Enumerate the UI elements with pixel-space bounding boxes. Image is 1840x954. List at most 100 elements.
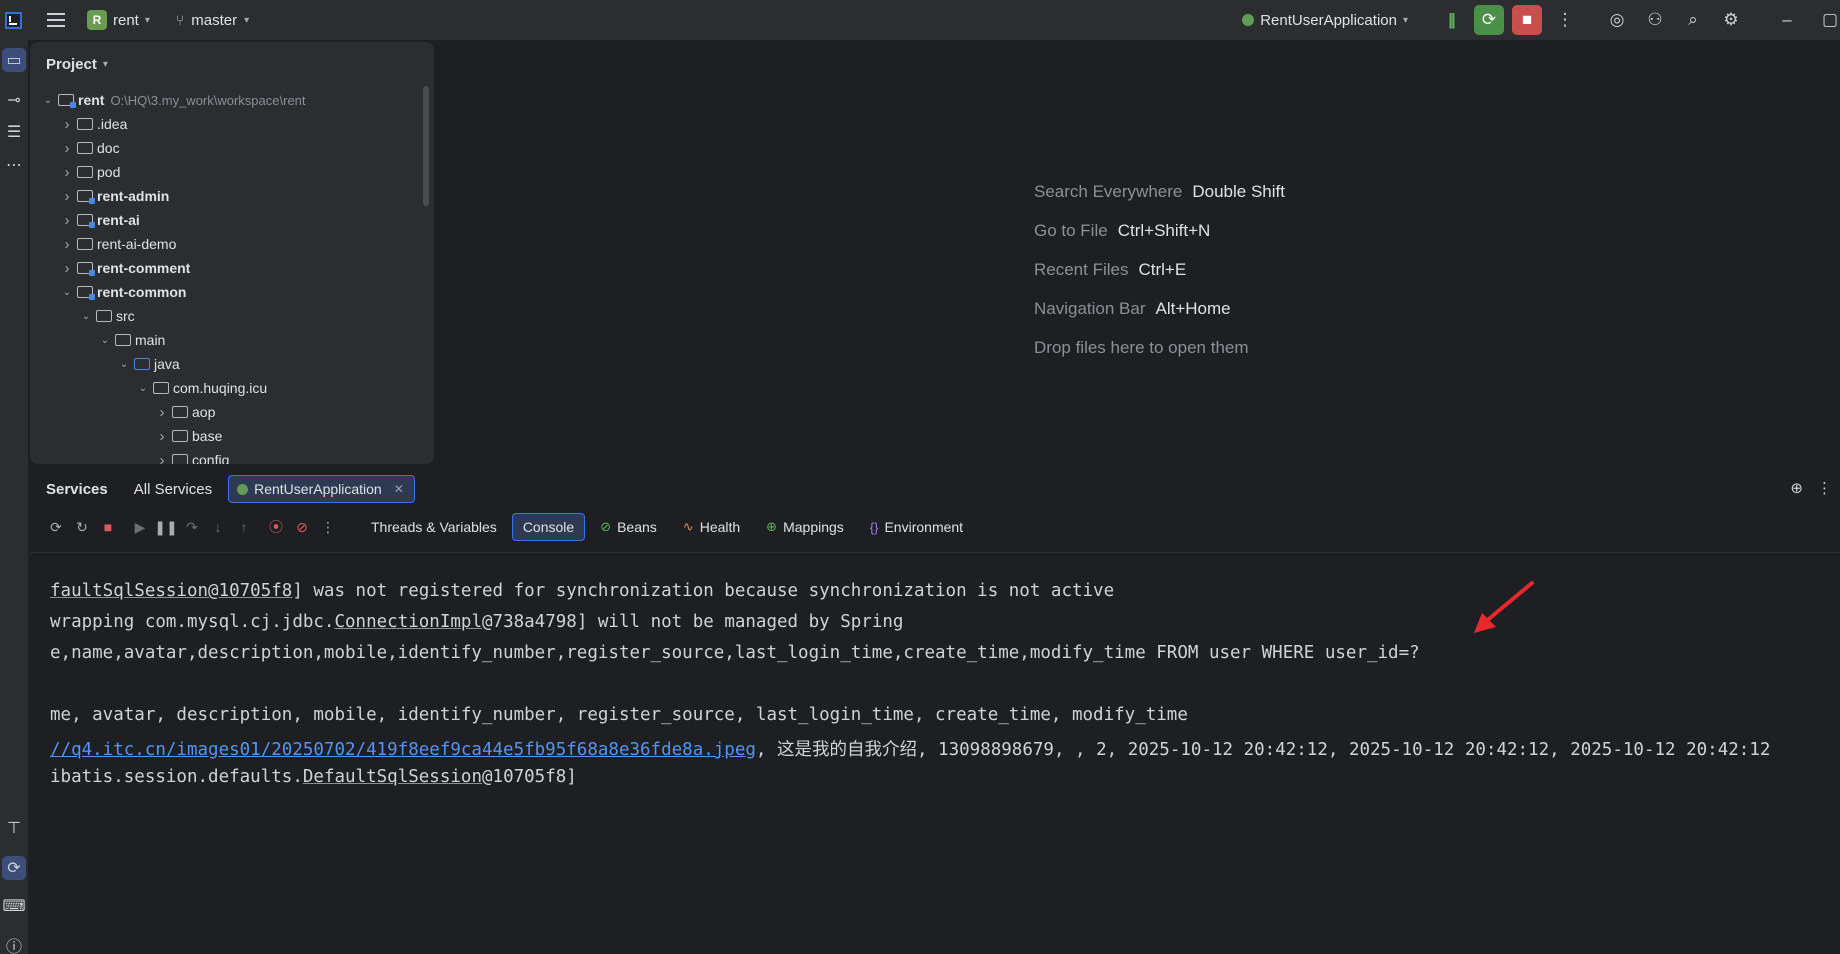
step-out-icon[interactable]: ↑ [232,515,256,539]
maximize-icon[interactable]: ▢ [1822,5,1838,35]
tab-all-services[interactable]: All Services [134,481,212,498]
more-tools-icon[interactable]: ⋯ [2,153,26,177]
console-output[interactable]: faultSqlSession@10705f8] was not registe… [30,552,1840,952]
chevron-right-icon[interactable]: › [59,116,75,133]
tree-item-aop[interactable]: › aop [30,400,434,424]
add-user-icon[interactable]: ⚇ [1640,5,1670,35]
console-line: me, avatar, description, mobile, identif… [50,705,1188,725]
chevron-right-icon[interactable]: › [59,188,75,205]
pause-icon[interactable]: ❚❚ [154,515,178,539]
chevron-down-icon[interactable]: ⌄ [97,335,113,346]
commit-icon[interactable]: ⊸ [2,88,26,112]
chevron-right-icon[interactable]: › [154,428,170,445]
settings-icon[interactable]: ⚙ [1716,5,1746,35]
folder-icon [77,238,93,250]
tree-item-rent-comment[interactable]: › rent-comment [30,256,434,280]
hamburger-menu-icon[interactable] [47,13,65,27]
run-config-selector[interactable]: RentUserApplication ▾ [1242,12,1408,29]
tree-item-config[interactable]: › config [30,448,434,464]
tab-console[interactable]: Console [511,513,586,541]
image-url-link[interactable]: //q4.itc.cn/images01/20250702/419f8eef9c… [50,740,756,760]
chevron-down-icon[interactable]: ⌄ [116,359,132,370]
stop-icon[interactable]: ■ [1512,5,1542,35]
ai-assistant-icon[interactable]: ◎ [1602,5,1632,35]
tree-item-rent-admin[interactable]: › rent-admin [30,184,434,208]
tab-environment[interactable]: {} Environment [859,513,974,541]
project-switcher[interactable]: R rent ▾ [87,10,150,30]
tree-item-src[interactable]: ⌄ src [30,304,434,328]
tree-item-rent-ai[interactable]: › rent-ai [30,208,434,232]
tree-item-doc[interactable]: › doc [30,136,434,160]
project-folder-icon[interactable]: ▭ [2,48,26,72]
chevron-down-icon: ▾ [102,59,108,70]
chevron-down-icon[interactable]: ⌄ [40,95,56,106]
more-icon[interactable]: ⋮ [316,515,340,539]
pause-icon[interactable]: || [1436,5,1466,35]
chevron-down-icon[interactable]: ⌄ [135,383,151,394]
rerun-icon[interactable]: ⟳ [1474,5,1504,35]
chevron-right-icon[interactable]: › [59,260,75,277]
close-icon[interactable]: ✕ [394,482,404,496]
rerun-icon[interactable]: ⟳ [44,515,68,539]
view-breakpoints-icon[interactable]: ⦿ [264,515,288,539]
chevron-right-icon[interactable]: › [154,404,170,421]
tree-item-label: aop [192,404,216,420]
services-icon[interactable]: ⟳ [2,856,26,880]
tree-item-pod[interactable]: › pod [30,160,434,184]
chevron-down-icon[interactable]: ⌄ [59,287,75,298]
search-icon[interactable]: ⌕ [1678,5,1708,35]
chevron-down-icon: ▾ [244,14,250,26]
chevron-right-icon[interactable]: › [59,140,75,157]
stop-icon[interactable]: ■ [96,515,120,539]
package-icon [172,454,188,464]
chevron-right-icon[interactable]: › [59,236,75,253]
tab-mappings[interactable]: ⊕ Mappings [755,513,855,541]
chevron-right-icon[interactable]: › [59,164,75,181]
more-icon[interactable]: ⋮ [1817,479,1832,497]
mute-breakpoints-icon[interactable]: ⊘ [290,515,314,539]
console-line: faultSqlSession@10705f8] was not registe… [50,581,1115,601]
hint-navigation-bar: Navigation Bar Alt+Home [1034,299,1231,318]
terminal-icon[interactable]: ⌨ [2,894,26,918]
tab-beans[interactable]: ⊘ Beans [589,513,668,541]
chevron-right-icon[interactable]: › [59,212,75,229]
crosshair-icon[interactable]: ⊕ [1790,479,1803,497]
tab-rent-user-application[interactable]: RentUserApplication ✕ [228,475,415,503]
health-icon: ∿ [682,519,694,534]
more-icon[interactable]: ⋮ [1550,5,1580,35]
tree-item-rent[interactable]: ⌄ rent O:\HQ\3.my_work\workspace\rent [30,88,434,112]
tree-item-rent-common[interactable]: ⌄ rent-common [30,280,434,304]
chevron-down-icon[interactable]: ⌄ [78,311,94,322]
folder-icon [115,334,131,346]
tree-item-com-huqing-icu[interactable]: ⌄ com.huqing.icu [30,376,434,400]
tree-item-java[interactable]: ⌄ java [30,352,434,376]
annotation-arrow-icon [1474,581,1534,633]
structure-icon[interactable]: ☰ [2,120,26,144]
project-panel: Project ▾ ⌄ rent O:\HQ\3.my_work\workspace… [30,42,434,464]
debug-sub-tabs: Threads & Variables Console ⊘ Beans ∿ Heal… [360,513,974,541]
minimize-icon[interactable]: – [1772,5,1802,35]
step-into-icon[interactable]: ↓ [206,515,230,539]
tree-item-main[interactable]: ⌄ main [30,328,434,352]
tree-item-base[interactable]: › base [30,424,434,448]
branch-switcher[interactable]: ⑂ master ▾ [176,12,249,29]
tree-item-label: src [116,308,135,324]
chevron-down-icon: ▾ [1402,14,1408,26]
tree-item--idea[interactable]: › .idea [30,112,434,136]
tree-item-rent-ai-demo[interactable]: › rent-ai-demo [30,232,434,256]
project-scrollbar[interactable] [423,86,429,206]
build-icon[interactable]: ⊤ [2,816,26,840]
chevron-right-icon[interactable]: › [154,452,170,465]
tree-item-label: main [135,332,166,348]
project-panel-title[interactable]: Project ▾ [46,56,108,73]
problems-icon[interactable]: ⓘ [2,933,26,954]
resume-icon[interactable]: ▶ [128,515,152,539]
project-tree: ⌄ rent O:\HQ\3.my_work\workspace\rent › .ide… [30,88,434,464]
tab-health[interactable]: ∿ Health [672,513,751,541]
services-right-tools: ⊕ ⋮ [1790,479,1832,497]
services-title: Services [46,480,108,498]
restart-icon[interactable]: ↻ [70,515,94,539]
step-over-icon[interactable]: ↷ [180,515,204,539]
tab-threads-variables[interactable]: Threads & Variables [360,513,508,541]
app-logo[interactable] [5,11,22,29]
